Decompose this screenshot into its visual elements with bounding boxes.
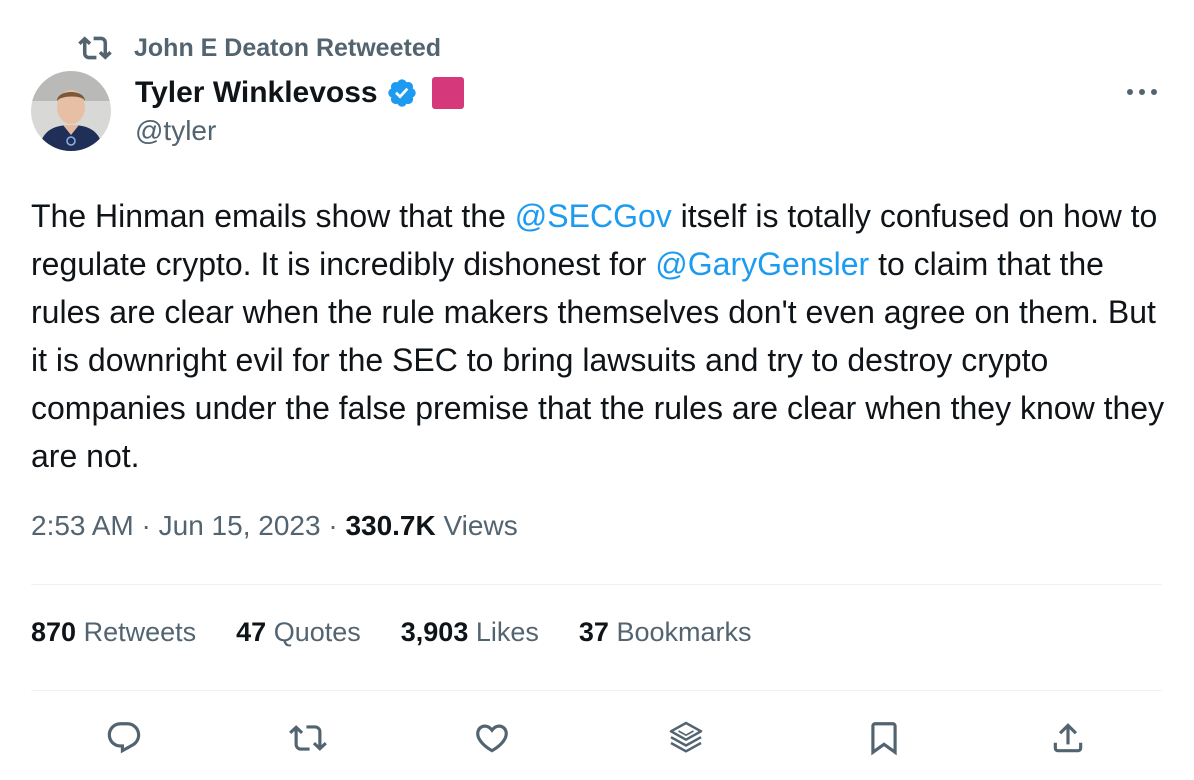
bookmarks-stat[interactable]: 37 Bookmarks	[579, 617, 752, 648]
divider	[31, 690, 1162, 691]
quotes-count: 47	[236, 617, 267, 647]
views-label: Views	[443, 510, 518, 541]
retweet-context-label: John E Deaton Retweeted	[134, 33, 441, 62]
mention-garygensler[interactable]: @GaryGensler	[655, 246, 869, 282]
like-button[interactable]	[472, 718, 512, 758]
bookmarks-count: 37	[578, 617, 609, 647]
tweet-text: The Hinman emails show that the @SECGov …	[31, 192, 1171, 480]
bookmark-button[interactable]	[864, 718, 904, 758]
retweet-icon	[289, 719, 327, 757]
bookmarks-label: Bookmarks	[616, 617, 752, 647]
likes-stat[interactable]: 3,903 Likes	[401, 617, 539, 648]
author-handle[interactable]: @tyler	[135, 115, 216, 147]
bookmark-icon	[865, 719, 903, 757]
like-icon	[473, 719, 511, 757]
likes-label: Likes	[475, 617, 539, 647]
tweet-text-segment: The Hinman emails show that the	[31, 198, 515, 234]
tweet-time[interactable]: 2:53 AM	[31, 510, 134, 541]
quotes-stat[interactable]: 47 Quotes	[236, 617, 361, 648]
views-count: 330.7K	[345, 510, 436, 541]
verified-badge-icon[interactable]	[386, 77, 418, 109]
quotes-label: Quotes	[273, 617, 361, 647]
stack-icon	[666, 718, 706, 758]
tweet-meta: 2:53 AM · Jun 15, 2023 · 330.7K Views	[31, 510, 518, 542]
retweets-label: Retweets	[83, 617, 197, 647]
more-options-icon[interactable]	[1124, 80, 1160, 104]
retweet-context[interactable]: John E Deaton Retweeted	[78, 30, 441, 66]
author-name-row[interactable]: Tyler Winklevoss	[135, 72, 464, 114]
retweet-button[interactable]	[288, 718, 328, 758]
author-name[interactable]: Tyler Winklevoss	[135, 76, 378, 110]
retweets-stat[interactable]: 870 Retweets	[31, 617, 196, 648]
share-button[interactable]	[1048, 718, 1088, 758]
meta-separator: ·	[328, 510, 338, 541]
engagement-stats: 870 Retweets 47 Quotes 3,903 Likes 37 Bo…	[31, 617, 792, 648]
meta-separator: ·	[141, 510, 151, 541]
retweet-icon	[78, 31, 112, 65]
stack-button[interactable]	[666, 718, 706, 758]
avatar[interactable]	[31, 71, 111, 151]
reply-icon	[105, 719, 143, 757]
reply-button[interactable]	[104, 718, 144, 758]
share-icon	[1049, 719, 1087, 757]
divider	[31, 584, 1162, 585]
mention-secgov[interactable]: @SECGov	[515, 198, 672, 234]
likes-count: 3,903	[400, 617, 469, 647]
affiliate-badge[interactable]	[431, 77, 464, 109]
retweets-count: 870	[31, 617, 77, 647]
tweet-date[interactable]: Jun 15, 2023	[159, 510, 321, 541]
